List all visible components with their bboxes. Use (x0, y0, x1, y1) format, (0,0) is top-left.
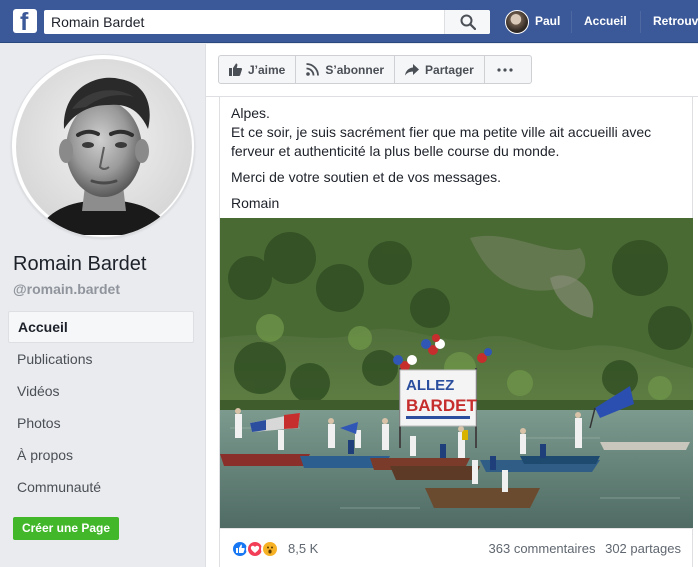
post-card: Alpes. Et ce soir, je suis sacrément fie… (219, 97, 693, 567)
post-paragraph: Et ce soir, je suis sacrément fier que m… (231, 124, 652, 159)
reaction-count[interactable]: 8,5 K (288, 541, 318, 556)
top-navigation-bar: f Paul Accueil Retrouv (0, 0, 698, 43)
banner-text-bardet: BARDET (406, 396, 477, 415)
post-line: Alpes. (231, 105, 270, 121)
main-column: J’aime S’abonner Partager Alpes. Et ce s… (205, 44, 698, 567)
share-arrow-icon (405, 63, 420, 75)
post-paragraph: Merci de votre soutien et de vos message… (231, 169, 502, 185)
sidebar-item-about[interactable]: À propos (8, 439, 194, 471)
post-reactions-bar: 8,5 K 363 commentaires 302 partages (220, 528, 693, 567)
like-label: J’aime (248, 62, 286, 77)
shares-count-link[interactable]: 302 partages (605, 541, 681, 556)
comments-count-link[interactable]: 363 commentaires (489, 541, 596, 556)
sidebar-item-videos[interactable]: Vidéos (8, 375, 194, 407)
search-input[interactable] (44, 10, 444, 34)
post-stats: 363 commentaires 302 partages (489, 541, 681, 556)
search-button[interactable] (444, 10, 490, 34)
home-link[interactable]: Accueil (584, 14, 627, 28)
page-sidebar-nav: Accueil Publications Vidéos Photos À pro… (8, 311, 194, 503)
find-friends-link[interactable]: Retrouv (653, 14, 698, 28)
scrolled-text-fragment (230, 86, 234, 94)
page-username[interactable]: @romain.bardet (13, 281, 120, 297)
reaction-icons[interactable] (231, 540, 281, 558)
follow-label: S’abonner (325, 62, 385, 77)
post-photo[interactable]: ALLEZ BARDET (220, 218, 693, 528)
create-page-button[interactable]: Créer une Page (13, 517, 119, 540)
nav-divider (571, 11, 572, 33)
search-icon (460, 14, 476, 30)
rss-icon (306, 63, 320, 76)
follow-button[interactable]: S’abonner (296, 56, 396, 83)
thumbs-up-icon (229, 63, 242, 76)
sidebar-item-home[interactable]: Accueil (8, 311, 194, 343)
like-page-button[interactable]: J’aime (219, 56, 297, 83)
sidebar-item-community[interactable]: Communauté (8, 471, 194, 503)
wow-reaction-icon (261, 540, 279, 558)
more-options-button[interactable] (485, 56, 531, 83)
sidebar-item-posts[interactable]: Publications (8, 343, 194, 375)
facebook-logo-icon[interactable]: f (13, 9, 37, 33)
share-label: Partager (425, 62, 474, 77)
user-avatar[interactable] (505, 10, 529, 34)
search-box (44, 10, 490, 34)
profile-picture[interactable] (11, 54, 195, 238)
page-action-bar: J’aime S’abonner Partager (218, 55, 532, 84)
post-signature: Romain (231, 195, 280, 211)
page-title: Romain Bardet (13, 253, 147, 275)
more-dots-icon (497, 67, 513, 72)
sidebar-item-photos[interactable]: Photos (8, 407, 194, 439)
nav-divider (640, 11, 641, 33)
profile-link[interactable]: Paul (535, 14, 560, 28)
share-button[interactable]: Partager (395, 56, 485, 83)
banner-text-allez: ALLEZ (406, 377, 454, 394)
post-body: Alpes. Et ce soir, je suis sacrément fie… (231, 104, 686, 220)
